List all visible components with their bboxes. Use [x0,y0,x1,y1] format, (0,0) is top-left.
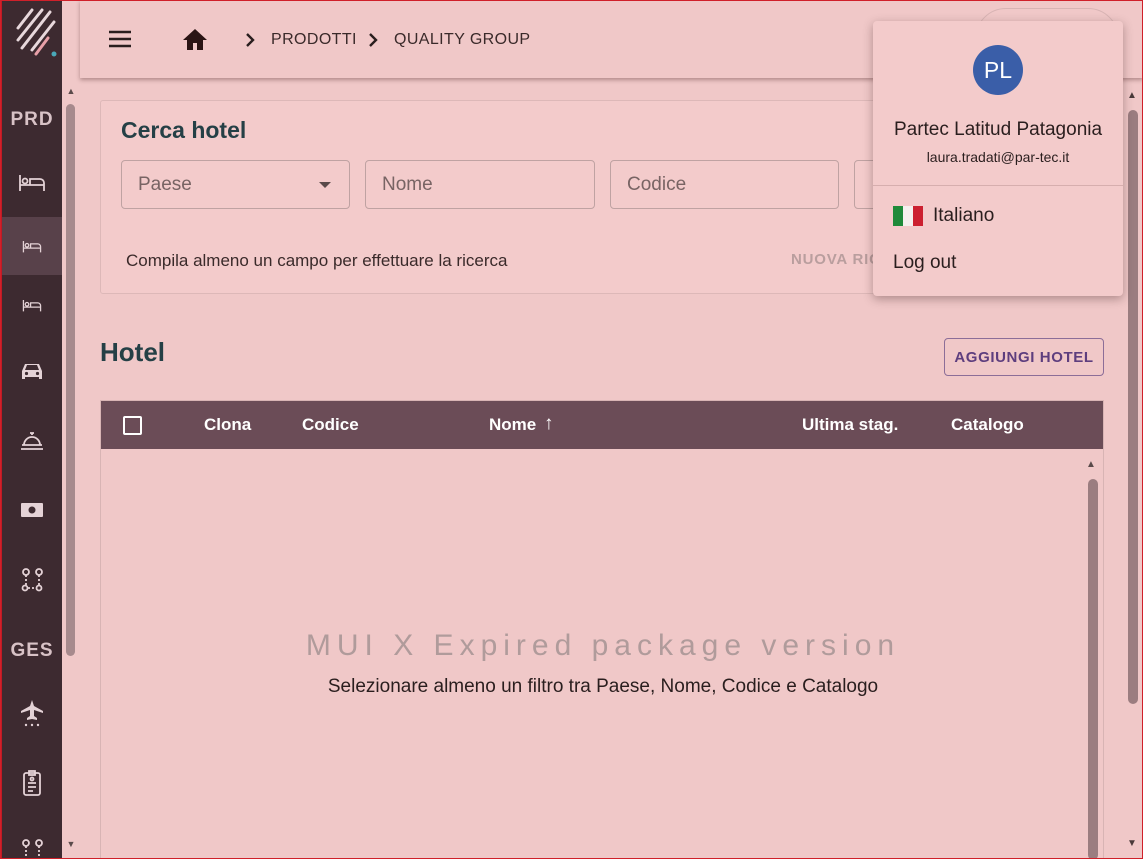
route-icon [22,839,43,856]
column-header-ultima-stag[interactable]: Ultima stag. [802,415,898,435]
room-service-icon [21,432,43,450]
sidebar-item-routes-2[interactable] [2,822,62,859]
flight-icon [21,700,43,727]
sidebar-item-money[interactable] [2,481,62,539]
route-icon [21,568,43,592]
add-hotel-button[interactable]: AGGIUNGI HOTEL [944,338,1104,376]
hotel-data-grid: Clona Codice Nome ↑ Ultima stag. Catalog… [100,400,1104,859]
page-scroll-thumb[interactable] [1128,110,1138,704]
car-icon [22,364,42,379]
search-hint: Compila almeno un campo per effettuare l… [126,251,508,270]
hotel-section-title: Hotel [100,337,165,367]
column-header-codice[interactable]: Codice [302,415,359,435]
home-icon[interactable] [182,27,208,51]
hamburger-menu-icon[interactable] [108,28,132,50]
select-all-checkbox[interactable] [123,416,142,435]
language-menu-item[interactable]: Italiano [893,205,994,227]
sidebar-scroll-thumb[interactable] [66,104,75,656]
bed-small-icon [22,300,42,312]
grid-scroll-thumb[interactable] [1088,479,1098,859]
sidebar-item-services[interactable] [2,411,62,469]
page-scroll-up-icon[interactable]: ▲ [1127,90,1137,101]
sort-ascending-icon[interactable]: ↑ [544,413,554,435]
sidebar-scroll-down-icon[interactable]: ▼ [64,839,78,849]
column-header-nome[interactable]: Nome [489,415,536,435]
sidebar-scroll-up-icon[interactable]: ▲ [64,86,78,96]
codice-label: Codice [627,173,687,195]
sidebar: PRD GES [0,0,62,859]
avatar: PL [973,45,1023,95]
section-label-prd: PRD [10,109,54,130]
bed-icon [19,175,45,191]
column-header-catalogo[interactable]: Catalogo [951,415,1024,435]
menu-divider [873,185,1123,186]
user-name: Partec Latitud Patagonia [893,119,1103,140]
nome-input[interactable]: Nome [365,160,595,209]
dropdown-arrow-icon [319,182,331,188]
sidebar-item-hotel[interactable] [2,153,62,211]
bed-small-icon [22,241,42,253]
app-logo[interactable] [14,6,60,60]
sidebar-item-hotel-other[interactable] [2,276,62,334]
breadcrumb-prodotti[interactable]: PRODOTTI [271,31,357,49]
breadcrumb-quality-group[interactable]: QUALITY GROUP [394,31,531,49]
search-title: Cerca hotel [121,117,247,143]
user-menu-popup: PL Partec Latitud Patagonia laura.tradat… [873,21,1123,296]
italy-flag-icon [893,206,923,226]
grid-header: Clona Codice Nome ↑ Ultima stag. Catalog… [101,401,1103,449]
sidebar-item-routes[interactable] [2,551,62,609]
paese-select[interactable]: Paese [121,160,350,209]
chevron-right-icon [369,33,378,47]
page-scroll-down-icon[interactable]: ▼ [1127,838,1137,849]
logout-menu-item[interactable]: Log out [893,252,956,274]
license-watermark: MUI X Expired package version [305,629,901,662]
column-header-clona[interactable]: Clona [204,415,251,435]
user-email: laura.tradati@par-tec.it [926,149,1070,165]
sidebar-item-car[interactable] [2,342,62,400]
codice-input[interactable]: Codice [610,160,839,209]
sidebar-item-documents[interactable] [2,754,62,812]
paese-label: Paese [138,173,192,195]
nome-label: Nome [382,173,433,195]
chevron-right-icon [246,33,255,47]
sidebar-item-hotel-quality[interactable] [2,217,62,275]
section-label-ges: GES [10,640,54,661]
grid-scroll-up-icon[interactable]: ▲ [1086,459,1096,470]
clipboard-icon [23,770,41,796]
money-icon [21,503,43,517]
sidebar-item-flights[interactable] [2,684,62,742]
new-search-button[interactable]: NUOVA RICERCA [791,251,873,268]
empty-grid-message: Selezionare almeno un filtro tra Paese, … [327,676,879,697]
language-label: Italiano [933,205,995,226]
